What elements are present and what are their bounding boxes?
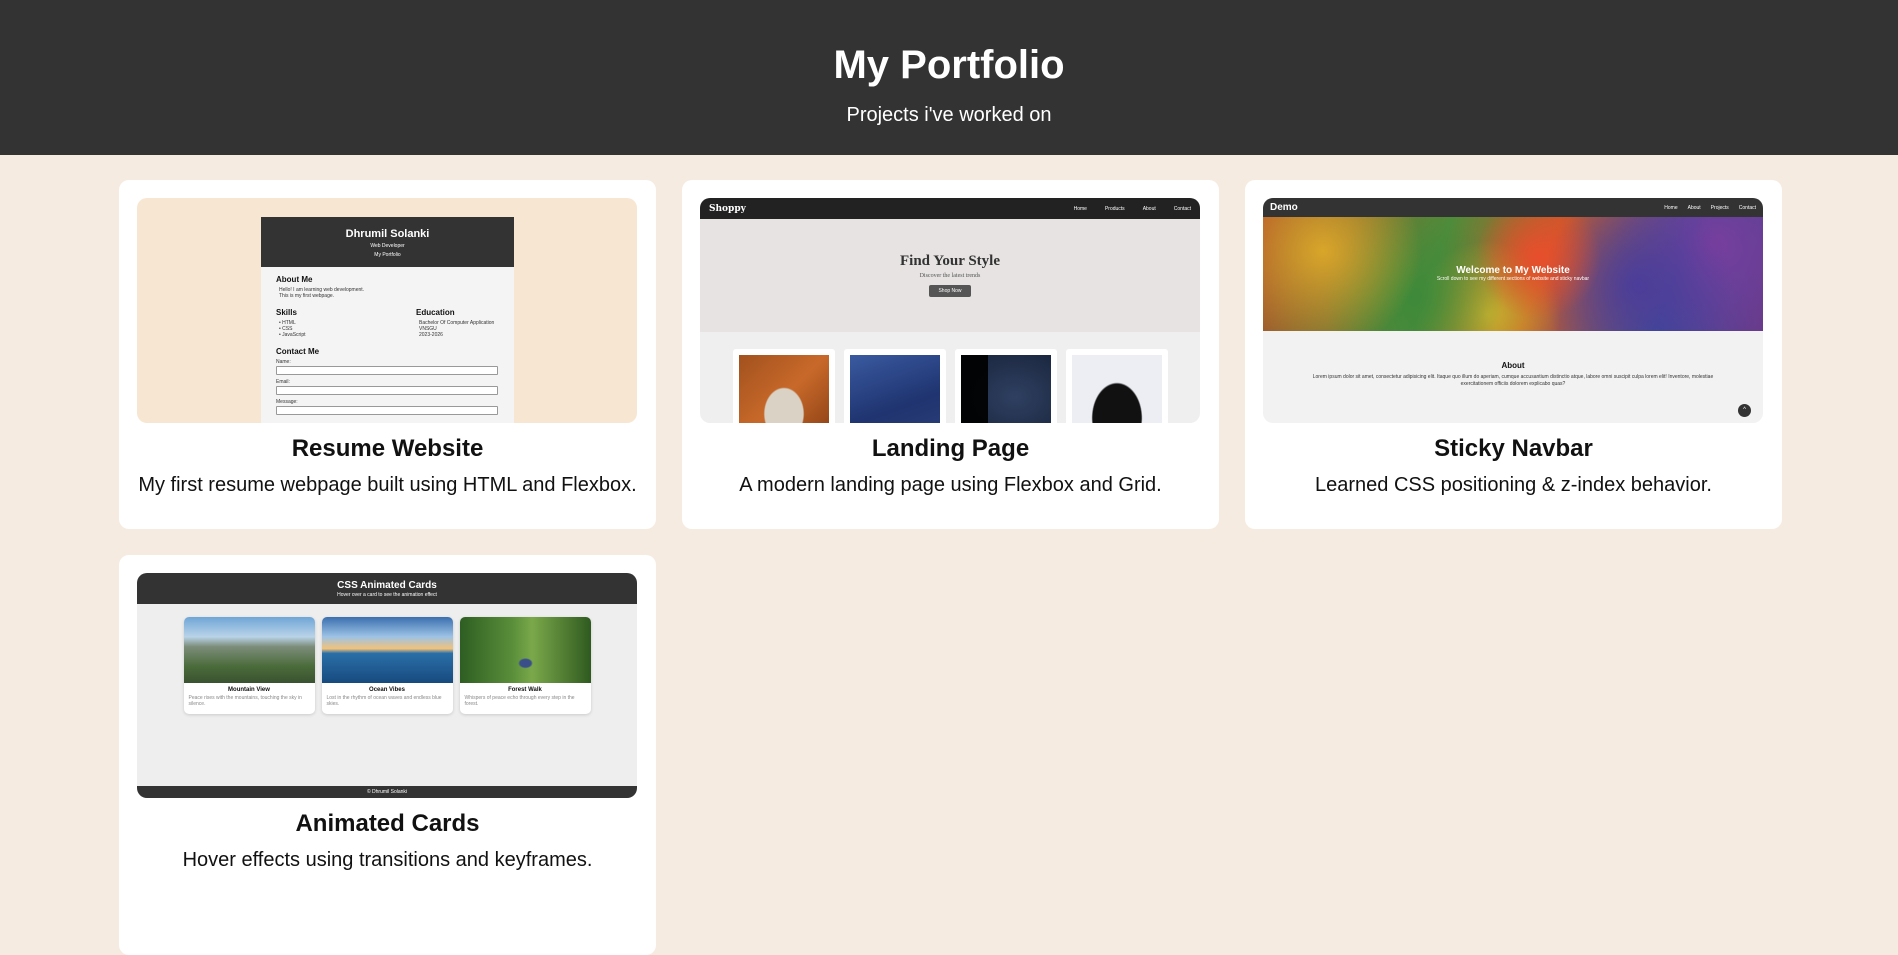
- project-thumbnail[interactable]: Demo Home About Projects Contact Welcome…: [1263, 198, 1763, 423]
- site-header: My Portfolio Projects i've worked on: [0, 0, 1898, 155]
- preview-hero-title: Find Your Style: [899, 253, 1001, 269]
- preview-nav-link: About: [1142, 205, 1156, 212]
- preview-contact-heading: Contact Me: [276, 347, 320, 356]
- preview-hero: Find Your Style Discover the latest tren…: [700, 219, 1200, 332]
- preview-nav-link: Home: [1664, 204, 1678, 211]
- project-card-landing[interactable]: Shoppy Home Products About Contact Find …: [682, 180, 1219, 529]
- preview-hero-subtitle: Scroll down to see my different sections…: [1436, 276, 1590, 282]
- project-card-sticky[interactable]: Demo Home About Projects Contact Welcome…: [1245, 180, 1782, 529]
- preview-education-line: 2023-2026: [419, 332, 443, 338]
- project-thumbnail[interactable]: Dhrumil Solanki Web Developer My Portfol…: [137, 198, 637, 423]
- preview-card-ocean: Ocean Vibes Lost in the rhythm of ocean …: [321, 617, 453, 714]
- preview-message-field: [276, 406, 498, 415]
- project-description: Learned CSS positioning & z-index behavi…: [1315, 474, 1712, 496]
- preview-products: [700, 332, 1200, 423]
- preview-card-mountain: Mountain View Peace rises with the mount…: [183, 617, 315, 714]
- preview-about-line: This is my first webpage.: [279, 293, 335, 299]
- project-title[interactable]: Resume Website: [137, 435, 638, 463]
- preview-subheading: Hover over a card to see the animation e…: [337, 592, 437, 598]
- preview-nav-link: Projects: [1710, 204, 1729, 211]
- preview-card-text: Peace rises with the mountains, touching…: [188, 695, 302, 707]
- project-title[interactable]: Sticky Navbar: [1263, 435, 1764, 463]
- preview-nav-link: Contact: [1738, 204, 1756, 211]
- preview-name-field: [276, 366, 498, 375]
- preview-header: CSS Animated Cards Hover over a card to …: [137, 573, 637, 604]
- project-card-animated[interactable]: CSS Animated Cards Hover over a card to …: [119, 555, 656, 955]
- preview-product-shoes: [732, 349, 835, 423]
- resume-preview: Dhrumil Solanki Web Developer My Portfol…: [261, 217, 514, 423]
- preview-field-label: Message:: [276, 399, 298, 405]
- preview-product-jeans: [954, 349, 1057, 423]
- preview-field-label: Name:: [276, 359, 291, 365]
- preview-footer: © Dhrumil Solanki: [137, 786, 637, 798]
- preview-navbar: Demo Home About Projects Contact: [1263, 198, 1763, 217]
- preview-field-label: Email:: [276, 379, 290, 385]
- preview-about: About Lorem ipsum dolor sit amet, consec…: [1263, 331, 1763, 388]
- preview-about-text: Lorem ipsum dolor sit amet, consectetur …: [1312, 374, 1714, 387]
- project-thumbnail[interactable]: CSS Animated Cards Hover over a card to …: [137, 573, 637, 798]
- preview-hero: Welcome to My Website Scroll down to see…: [1263, 217, 1763, 331]
- project-title[interactable]: Animated Cards: [137, 810, 638, 838]
- preview-nav-link: Products: [1104, 205, 1125, 212]
- project-thumbnail[interactable]: Shoppy Home Products About Contact Find …: [700, 198, 1200, 423]
- preview-about-heading: About Me: [276, 275, 313, 284]
- preview-nav-link: About: [1687, 204, 1701, 211]
- preview-card-text: Whispers of peace echo through every ste…: [464, 695, 575, 707]
- preview-back-to-top-icon: ^: [1738, 404, 1751, 417]
- preview-skill: • JavaScript: [279, 332, 306, 338]
- preview-logo: Shoppy: [709, 203, 746, 214]
- page-title: My Portfolio: [833, 43, 1065, 87]
- preview-skills-heading: Skills: [276, 308, 297, 317]
- preview-shop-button: Shop Now: [929, 285, 971, 297]
- preview-nav-link: Contact: [1173, 205, 1191, 212]
- preview-hero-title: Welcome to My Website: [1456, 265, 1570, 276]
- project-title[interactable]: Landing Page: [700, 435, 1201, 463]
- preview-product-shirt: [843, 349, 946, 423]
- preview-about-heading: About: [1501, 361, 1525, 370]
- project-description: A modern landing page using Flexbox and …: [739, 474, 1162, 496]
- preview-card-forest: Forest Walk Whispers of peace echo throu…: [459, 617, 591, 714]
- preview-nav-link: Home: [1073, 205, 1087, 212]
- preview-name: Dhrumil Solanki: [345, 228, 430, 240]
- preview-education-heading: Education: [416, 308, 455, 317]
- project-card-resume[interactable]: Dhrumil Solanki Web Developer My Portfol…: [119, 180, 656, 529]
- project-description: Hover effects using transitions and keyf…: [182, 849, 593, 871]
- page-subtitle: Projects i've worked on: [846, 104, 1052, 126]
- preview-tag: My Portfolio: [374, 252, 401, 258]
- preview-card-text: Lost in the rhythm of ocean waves and en…: [326, 695, 442, 707]
- project-grid: Dhrumil Solanki Web Developer My Portfol…: [119, 180, 1782, 955]
- preview-navbar: Shoppy Home Products About Contact: [700, 198, 1200, 219]
- preview-product-jacket: [1065, 349, 1168, 423]
- preview-email-field: [276, 386, 498, 395]
- preview-logo: Demo: [1270, 202, 1298, 213]
- preview-heading: CSS Animated Cards: [337, 580, 437, 591]
- preview-role: Web Developer: [370, 243, 405, 249]
- project-description: My first resume webpage built using HTML…: [138, 474, 637, 496]
- preview-hero-subtitle: Discover the latest trends: [919, 273, 981, 279]
